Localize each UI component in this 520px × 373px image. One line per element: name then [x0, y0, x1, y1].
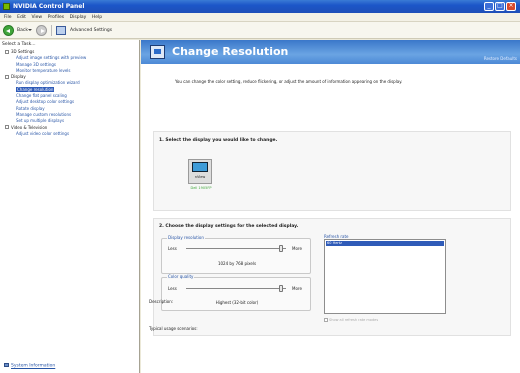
back-arrow-icon[interactable] [3, 25, 14, 36]
color-less-label: Less [168, 286, 177, 291]
menu-edit[interactable]: Edit [17, 15, 26, 20]
task-tree: 3D Settings Adjust image settings with p… [0, 49, 140, 137]
maximize-button[interactable]: □ [495, 2, 505, 11]
step1-title: 1. Select the display you would like to … [159, 138, 278, 143]
title-bar: NVIDIA Control Panel _ □ × [0, 0, 520, 13]
color-value: Highest (32-bit color) [215, 300, 259, 305]
task-pane: Select a Task... 3D Settings Adjust imag… [0, 40, 140, 373]
page-title: Change Resolution [172, 45, 289, 58]
advanced-settings-button[interactable]: Advanced Settings [70, 28, 112, 33]
close-button[interactable]: × [506, 2, 516, 11]
color-quality-label: Color quality [167, 274, 195, 279]
color-more-label: More [292, 286, 302, 291]
color-slider-track[interactable] [186, 288, 286, 289]
chevron-down-icon[interactable] [28, 29, 32, 31]
refresh-rate-list[interactable]: 60 Hertz [324, 239, 446, 314]
show-all-modes-checkbox[interactable]: Show all refresh rate modes [324, 318, 378, 322]
page-banner: Change Resolution Restore Defaults [141, 40, 520, 64]
collapse-icon[interactable] [5, 125, 9, 130]
minimize-button[interactable]: _ [484, 2, 494, 11]
menu-display[interactable]: Display [70, 15, 87, 20]
restore-defaults-link[interactable]: Restore Defaults [484, 56, 517, 61]
color-slider-thumb[interactable] [279, 285, 283, 292]
checkbox-icon[interactable] [324, 318, 328, 322]
color-quality-group: Color quality Less More Highest (32-bit … [161, 274, 311, 311]
tree-item-video-color[interactable]: Adjust video color settings [0, 131, 140, 137]
system-info-icon [4, 363, 9, 367]
toolbar-divider [51, 25, 52, 36]
display-settings-icon [150, 45, 165, 59]
resolution-more-label: More [292, 246, 302, 251]
resolution-slider-thumb[interactable] [279, 245, 283, 252]
system-information-link[interactable]: System Information [4, 363, 55, 369]
description-label: Description: [149, 299, 174, 304]
refresh-rate-option[interactable]: 60 Hertz [326, 241, 444, 246]
intro-text: You can change the color setting, reduce… [175, 79, 403, 84]
menu-file[interactable]: File [4, 15, 12, 20]
window-title: NVIDIA Control Panel [13, 3, 85, 10]
display-nview-label: nView [194, 175, 206, 179]
display-monitor-icon[interactable]: nView [188, 159, 212, 184]
menu-profiles[interactable]: Profiles [48, 15, 64, 20]
resolution-value: 1024 by 768 pixels [217, 261, 257, 266]
display-name: Dell 1905FP [190, 186, 212, 190]
resolution-slider-track[interactable] [186, 248, 286, 249]
resolution-group: Display resolution Less More 1024 by 768… [161, 235, 311, 274]
toolbar: Back Advanced Settings [0, 22, 520, 39]
menu-help[interactable]: Help [92, 15, 102, 20]
collapse-icon[interactable] [5, 74, 9, 79]
step1-section: 1. Select the display you would like to … [153, 131, 511, 211]
main-pane: Change Resolution Restore Defaults You c… [141, 40, 520, 373]
collapse-icon[interactable] [5, 49, 9, 54]
forward-arrow-icon[interactable] [36, 25, 47, 36]
resolution-label: Display resolution [167, 235, 205, 240]
task-pane-header: Select a Task... [2, 42, 36, 47]
advanced-settings-icon[interactable] [56, 26, 66, 35]
resolution-less-label: Less [168, 246, 177, 251]
menu-view[interactable]: View [31, 15, 42, 20]
menu-bar: File Edit View Profiles Display Help [0, 13, 520, 22]
monitor-screen [192, 162, 208, 172]
back-button[interactable]: Back [17, 28, 28, 33]
nvidia-logo-icon [3, 3, 10, 10]
usage-scenarios-label: Typical usage scenarios: [149, 326, 198, 331]
step2-section: 2. Choose the display settings for the s… [153, 218, 511, 336]
step2-title: 2. Choose the display settings for the s… [159, 224, 299, 229]
